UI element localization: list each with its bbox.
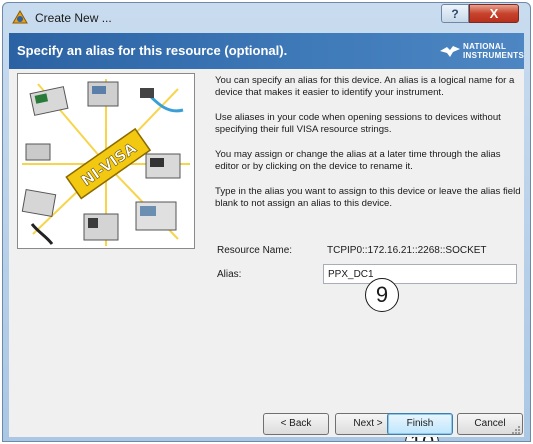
- title-bar[interactable]: Create New ... ? X: [3, 3, 530, 33]
- ni-logo-line1: NATIONAL: [463, 42, 507, 51]
- window-title: Create New ...: [35, 11, 112, 25]
- back-button[interactable]: < Back: [263, 413, 329, 435]
- alias-input[interactable]: [323, 264, 517, 284]
- step-9-callout: 9: [365, 278, 399, 312]
- ni-visa-illustration: NI-VISA: [17, 73, 195, 249]
- illustration-graphic: NI-VISA: [21, 79, 190, 246]
- description-paragraph-1: You can specify an alias for this device…: [215, 75, 515, 98]
- resource-name-label: Resource Name:: [217, 245, 293, 256]
- alias-label: Alias:: [217, 269, 242, 280]
- resize-grip-icon[interactable]: [510, 424, 520, 434]
- description-paragraph-3: You may assign or change the alias at a …: [215, 149, 501, 172]
- button-bar: < Back Next > Finish Cancel: [9, 399, 524, 437]
- description-paragraph-2: Use aliases in your code when opening se…: [215, 112, 501, 135]
- ni-logo-line2: INSTRUMENTS: [463, 51, 525, 60]
- resource-name-value: TCPIP0::172.16.21::2268::SOCKET: [327, 245, 487, 256]
- description-paragraph-4: Type in the alias you want to assign to …: [215, 186, 521, 209]
- dialog-content: NI-VISA You can specify an alias for thi…: [9, 69, 524, 441]
- close-button[interactable]: X: [469, 4, 519, 23]
- finish-button[interactable]: Finish: [387, 413, 453, 435]
- create-new-dialog: Create New ... ? X Specify an alias for …: [2, 2, 531, 442]
- ni-eagle-icon: [440, 46, 460, 57]
- header-banner: Specify an alias for this resource (opti…: [9, 33, 524, 69]
- header-title: Specify an alias for this resource (opti…: [17, 43, 288, 58]
- help-button[interactable]: ?: [441, 4, 469, 23]
- ni-logo: NATIONAL INSTRUMENTS: [439, 39, 524, 63]
- ni-app-icon: [12, 10, 28, 24]
